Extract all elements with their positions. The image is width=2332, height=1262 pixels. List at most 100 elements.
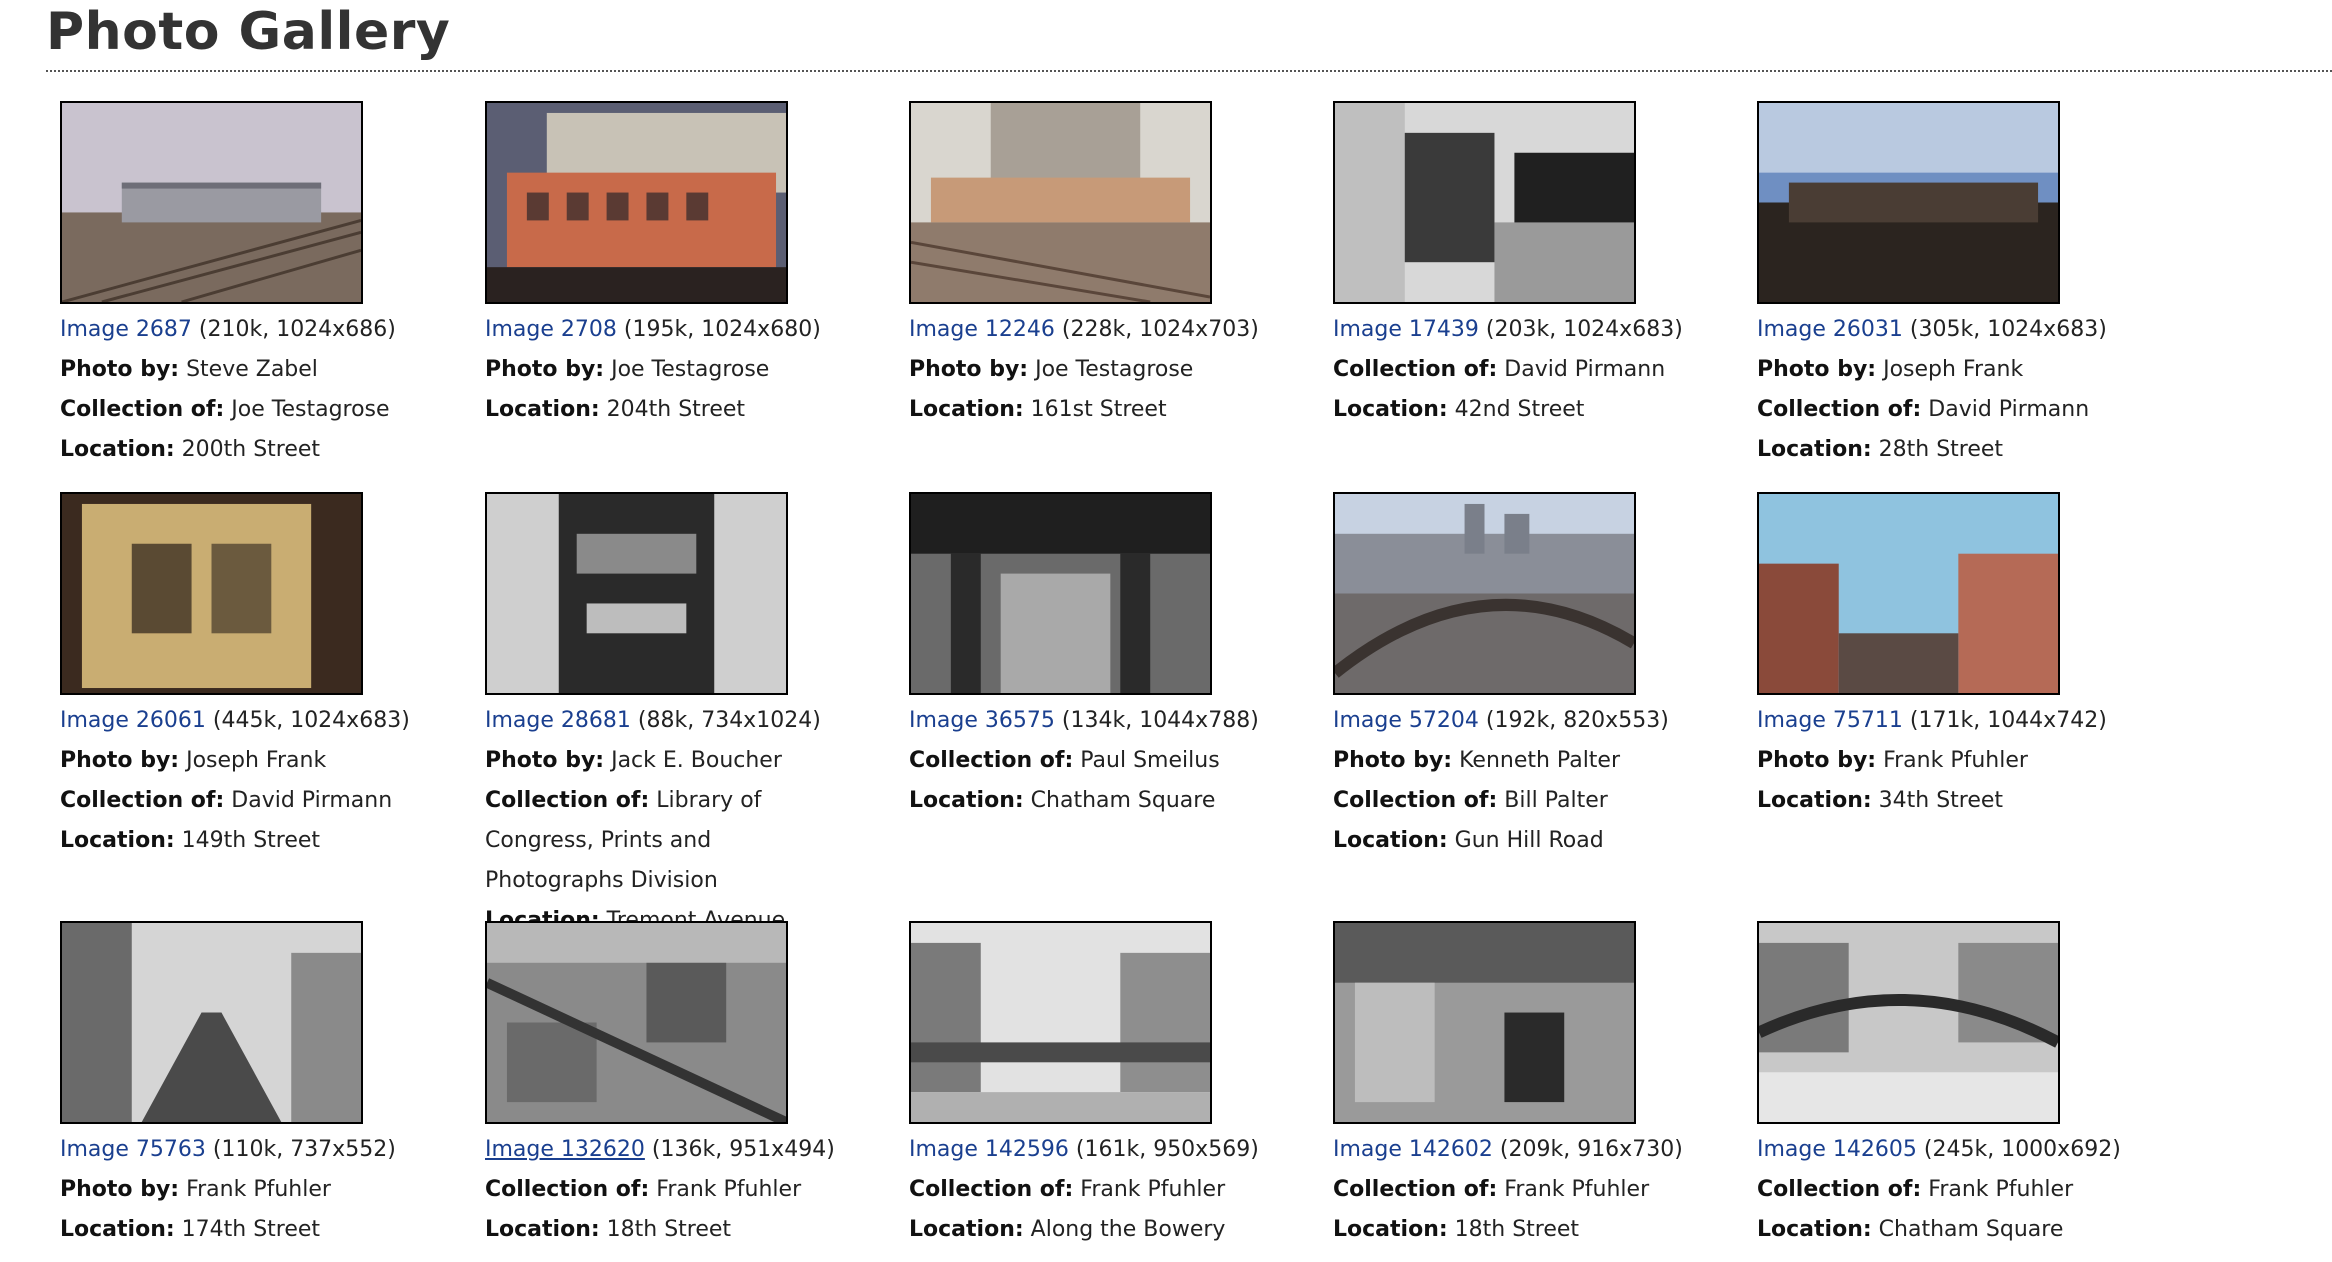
- photo-photo-by-value: Frank Pfuhler: [186, 1177, 331, 1202]
- photo-thumbnail[interactable]: [1757, 921, 2060, 1124]
- photo-location-value: Chatham Square: [1030, 788, 1216, 813]
- photo-thumbnail[interactable]: [60, 492, 363, 695]
- photo-thumbnail[interactable]: [60, 921, 363, 1124]
- photo-thumbnail-image: [1335, 103, 1634, 302]
- photo-image-link[interactable]: Image 26061: [60, 708, 206, 733]
- photo-thumbnail[interactable]: [1757, 492, 2060, 695]
- photo-location-value: 204th Street: [606, 397, 746, 422]
- photo-collection-of-label: Collection of:: [1333, 357, 1498, 382]
- photo-image-link[interactable]: Image 28681: [485, 708, 631, 733]
- photo-thumbnail-image: [62, 103, 361, 302]
- photo-thumbnail[interactable]: [485, 492, 788, 695]
- photo-photo-by-value: Jack E. Boucher: [611, 748, 782, 773]
- photo-image-link[interactable]: Image 12246: [909, 317, 1055, 342]
- photo-image-link[interactable]: Image 2708: [485, 317, 617, 342]
- photo-thumbnail-image: [62, 923, 361, 1122]
- photo-image-link[interactable]: Image 57204: [1333, 708, 1479, 733]
- photo-location-label: Location:: [60, 828, 175, 853]
- photo-file-info: (445k, 1024x683): [212, 708, 410, 733]
- photo-thumbnail[interactable]: [485, 101, 788, 304]
- photo-image-link[interactable]: Image 36575: [909, 708, 1055, 733]
- photo-location-value: 174th Street: [181, 1217, 321, 1242]
- photo-collection-of-value: Frank Pfuhler: [1504, 1177, 1650, 1202]
- photo-location-label: Location:: [1333, 828, 1448, 853]
- photo-caption: Image 57204 (192k, 820x553) Photo by: Ken…: [1333, 701, 1753, 861]
- photo-title-line: Image 17439 (203k, 1024x683): [1333, 310, 1753, 350]
- photo-photo-by-label: Photo by:: [60, 357, 180, 382]
- photo-image-link[interactable]: Image 26031: [1757, 317, 1903, 342]
- photo-collection-of-line: Collection of: Paul Smeilus: [909, 741, 1329, 781]
- photo-photo-by-value: Joseph Frank: [1883, 357, 2024, 382]
- photo-photo-by-label: Photo by:: [1757, 357, 1877, 382]
- photo-thumbnail-image: [911, 103, 1210, 302]
- photo-location-line: Location: 149th Street: [60, 821, 480, 861]
- photo-location-line: Location: 28th Street: [1757, 430, 2177, 470]
- photo-file-info: (245k, 1000x692): [1923, 1137, 2121, 1162]
- photo-location-value: 28th Street: [1878, 437, 2004, 462]
- photo-image-link[interactable]: Image 75763: [60, 1137, 206, 1162]
- photo-image-link[interactable]: Image 142596: [909, 1137, 1069, 1162]
- photo-thumbnail-image: [1759, 923, 2058, 1122]
- gallery-item: Image 75763 (110k, 737x552) Photo by: Fra…: [60, 921, 480, 1250]
- photo-thumbnail[interactable]: [1757, 101, 2060, 304]
- photo-image-link[interactable]: Image 132620: [485, 1137, 645, 1162]
- photo-thumbnail[interactable]: [909, 492, 1212, 695]
- photo-photo-by-label: Photo by:: [60, 748, 180, 773]
- photo-collection-of-line: Collection of: Joe Testagrose: [60, 390, 480, 430]
- photo-thumbnail[interactable]: [485, 921, 788, 1124]
- photo-thumbnail-image: [1759, 494, 2058, 693]
- photo-collection-of-label: Collection of:: [485, 788, 650, 813]
- photo-thumbnail[interactable]: [60, 101, 363, 304]
- photo-photo-by-line: Photo by: Joseph Frank: [60, 741, 480, 781]
- photo-thumbnail[interactable]: [909, 921, 1212, 1124]
- photo-location-label: Location:: [60, 1217, 175, 1242]
- photo-image-link[interactable]: Image 142605: [1757, 1137, 1917, 1162]
- photo-image-link[interactable]: Image 75711: [1757, 708, 1903, 733]
- photo-image-link[interactable]: Image 2687: [60, 317, 192, 342]
- gallery-item: Image 12246 (228k, 1024x703) Photo by: Jo…: [909, 101, 1329, 430]
- photo-location-line: Location: 18th Street: [485, 1210, 905, 1250]
- photo-location-line: Location: 174th Street: [60, 1210, 480, 1250]
- photo-thumbnail-image: [1335, 494, 1634, 693]
- photo-photo-by-line: Photo by: Frank Pfuhler: [60, 1170, 480, 1210]
- photo-file-info: (161k, 950x569): [1075, 1137, 1259, 1162]
- photo-collection-of-value: Frank Pfuhler: [1080, 1177, 1226, 1202]
- photo-image-link[interactable]: Image 17439: [1333, 317, 1479, 342]
- photo-collection-of-value: Paul Smeilus: [1080, 748, 1220, 773]
- photo-title-line: Image 57204 (192k, 820x553): [1333, 701, 1753, 741]
- photo-location-line: Location: Chatham Square: [1757, 1210, 2177, 1250]
- photo-photo-by-line: Photo by: Joseph Frank: [1757, 350, 2177, 390]
- photo-location-line: Location: 18th Street: [1333, 1210, 1753, 1250]
- photo-thumbnail-image: [487, 494, 786, 693]
- photo-photo-by-value: Joseph Frank: [186, 748, 327, 773]
- photo-thumbnail-image: [487, 103, 786, 302]
- photo-photo-by-line: Photo by: Frank Pfuhler: [1757, 741, 2177, 781]
- photo-file-info: (203k, 1024x683): [1485, 317, 1683, 342]
- photo-location-label: Location:: [485, 397, 600, 422]
- photo-caption: Image 2687 (210k, 1024x686) Photo by: Ste…: [60, 310, 480, 470]
- photo-collection-of-line: Collection of: David Pirmann: [1333, 350, 1753, 390]
- photo-collection-of-label: Collection of:: [909, 748, 1074, 773]
- photo-gallery-grid: Image 2687 (210k, 1024x686) Photo by: Ste…: [0, 0, 2332, 1262]
- photo-photo-by-label: Photo by:: [485, 357, 605, 382]
- photo-location-line: Location: 204th Street: [485, 390, 905, 430]
- photo-photo-by-label: Photo by:: [909, 357, 1029, 382]
- photo-thumbnail[interactable]: [1333, 921, 1636, 1124]
- photo-caption: Image 142602 (209k, 916x730) Collection o…: [1333, 1130, 1753, 1250]
- photo-location-line: Location: 42nd Street: [1333, 390, 1753, 430]
- photo-caption: Image 26031 (305k, 1024x683) Photo by: Jo…: [1757, 310, 2177, 470]
- photo-thumbnail[interactable]: [909, 101, 1212, 304]
- gallery-item: Image 36575 (134k, 1044x788) Collection o…: [909, 492, 1329, 821]
- photo-location-value: Along the Bowery: [1030, 1217, 1226, 1242]
- photo-thumbnail-image: [62, 494, 361, 693]
- photo-collection-of-value: David Pirmann: [1504, 357, 1666, 382]
- photo-location-label: Location:: [909, 397, 1024, 422]
- photo-file-info: (110k, 737x552): [212, 1137, 396, 1162]
- photo-photo-by-value: Joe Testagrose: [1035, 357, 1194, 382]
- photo-image-link[interactable]: Image 142602: [1333, 1137, 1493, 1162]
- photo-thumbnail[interactable]: [1333, 492, 1636, 695]
- photo-thumbnail[interactable]: [1333, 101, 1636, 304]
- photo-title-line: Image 26031 (305k, 1024x683): [1757, 310, 2177, 350]
- photo-file-info: (210k, 1024x686): [198, 317, 396, 342]
- gallery-item: Image 75711 (171k, 1044x742) Photo by: Fr…: [1757, 492, 2177, 821]
